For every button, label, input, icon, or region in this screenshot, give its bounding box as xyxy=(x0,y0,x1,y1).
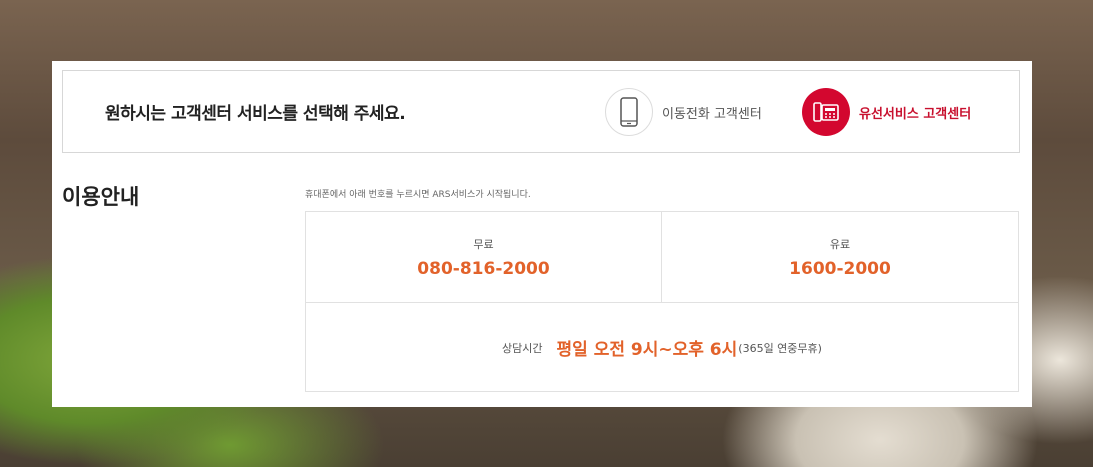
hours-note: (365일 연중무휴) xyxy=(738,341,822,355)
free-number: 080-816-2000 xyxy=(417,259,550,279)
mobile-service-label: 이동전화 고객센터 xyxy=(662,106,762,122)
service-selector: 원하시는 고객센터 서비스를 선택해 주세요. 이동전화 고객센터 유선서비스 … xyxy=(62,70,1020,153)
free-label: 무료 xyxy=(473,238,494,251)
usage-guide-title: 이용안내 xyxy=(62,185,140,209)
free-number-cell: 무료 080-816-2000 xyxy=(306,212,662,302)
ars-notice: 휴대폰에서 아래 번호를 누르시면 ARS서비스가 시작됩니다. xyxy=(305,190,531,200)
customer-center-panel: 원하시는 고객센터 서비스를 선택해 주세요. 이동전화 고객센터 유선서비스 … xyxy=(52,61,1032,407)
phone-info-table: 무료 080-816-2000 유료 1600-2000 상담시간 평일 오전 … xyxy=(305,211,1019,392)
consult-hours-row: 상담시간 평일 오전 9시~오후 6시 (365일 연중무휴) xyxy=(306,302,1018,392)
desk-phone-icon xyxy=(802,88,850,136)
mobile-phone-icon xyxy=(605,88,653,136)
selector-title: 원하시는 고객센터 서비스를 선택해 주세요. xyxy=(105,104,406,124)
wired-service-label: 유선서비스 고객센터 xyxy=(859,106,972,122)
wired-service-button[interactable]: 유선서비스 고객센터 xyxy=(802,88,971,136)
paid-number-cell: 유료 1600-2000 xyxy=(662,212,1018,302)
hours-value: 평일 오전 9시~오후 6시 xyxy=(556,340,738,360)
mobile-service-button[interactable]: 이동전화 고객센터 xyxy=(605,88,762,136)
hours-label: 상담시간 xyxy=(502,341,543,355)
paid-label: 유료 xyxy=(829,238,851,251)
paid-number: 1600-2000 xyxy=(789,259,891,279)
